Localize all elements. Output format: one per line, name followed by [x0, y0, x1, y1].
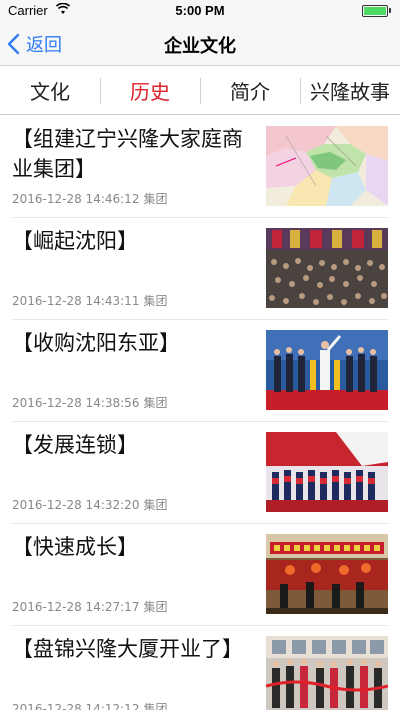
article-meta: 2016-12-28 14:27:17 集团 [12, 598, 167, 615]
article-title: 【盘锦兴隆大厦开业了】 [12, 637, 243, 661]
article-meta: 2016-12-28 14:12:12 集团 [12, 700, 167, 710]
article-meta: 2016-12-28 14:32:20 集团 [12, 496, 167, 513]
battery-tip [389, 8, 391, 13]
category-tabs: 文化 历史 简介 兴隆故事 [0, 67, 400, 115]
list-item[interactable]: 【崛起沈阳】 2016-12-28 14:43:11 集团 [12, 218, 388, 320]
article-date: 2016-12-28 14:38:56 [12, 396, 140, 410]
article-date: 2016-12-28 14:32:20 [12, 498, 140, 512]
navigation-bar: 返回 企业文化 [0, 22, 400, 66]
ceremony-thumbnail [266, 330, 388, 410]
article-meta: 2016-12-28 14:38:56 集团 [12, 394, 167, 411]
article-title: 【组建辽宁兴隆大家庭商业集团】 [12, 127, 243, 181]
banner-thumbnail [266, 534, 388, 614]
list-item[interactable]: 【快速成长】 2016-12-28 14:27:17 集团 [12, 524, 388, 626]
article-category: 集团 [143, 396, 168, 410]
article-date: 2016-12-28 14:46:12 [12, 192, 140, 206]
article-category: 集团 [143, 600, 168, 614]
article-meta: 2016-12-28 14:43:11 集团 [12, 292, 167, 309]
list-item[interactable]: 【收购沈阳东亚】 2016-12-28 14:38:56 集团 [12, 320, 388, 422]
article-list[interactable]: 【组建辽宁兴隆大家庭商业集团】 2016-12-28 14:46:12 集团 【崛… [0, 116, 400, 710]
tab-introduction[interactable]: 简介 [200, 67, 300, 114]
opening-thumbnail [266, 636, 388, 710]
battery-icon [362, 5, 388, 17]
list-item[interactable]: 【盘锦兴隆大厦开业了】 2016-12-28 14:12:12 集团 [12, 626, 388, 710]
article-category: 集团 [143, 702, 168, 710]
article-date: 2016-12-28 14:43:11 [12, 294, 140, 308]
article-date: 2016-12-28 14:12:12 [12, 702, 140, 710]
article-category: 集团 [143, 192, 168, 206]
article-meta: 2016-12-28 14:46:12 集团 [12, 190, 167, 207]
crowd-thumbnail [266, 228, 388, 308]
tab-culture[interactable]: 文化 [0, 67, 100, 114]
tab-xinglong-story[interactable]: 兴隆故事 [300, 67, 400, 114]
article-title: 【发展连锁】 [12, 433, 138, 457]
article-date: 2016-12-28 14:27:17 [12, 600, 140, 614]
tab-history[interactable]: 历史 [100, 67, 200, 114]
page-title: 企业文化 [164, 36, 236, 57]
list-item[interactable]: 【发展连锁】 2016-12-28 14:32:20 集团 [12, 422, 388, 524]
clock: 5:00 PM [175, 3, 225, 18]
article-title: 【收购沈阳东亚】 [12, 331, 180, 355]
article-title: 【崛起沈阳】 [12, 229, 138, 253]
list-item[interactable]: 【组建辽宁兴隆大家庭商业集团】 2016-12-28 14:46:12 集团 [12, 116, 388, 218]
parade-thumbnail [266, 432, 388, 512]
article-category: 集团 [143, 498, 168, 512]
map-thumbnail [266, 126, 388, 206]
status-bar: Carrier 5:00 PM [0, 0, 400, 22]
article-category: 集团 [143, 294, 168, 308]
article-title: 【快速成长】 [12, 535, 138, 559]
